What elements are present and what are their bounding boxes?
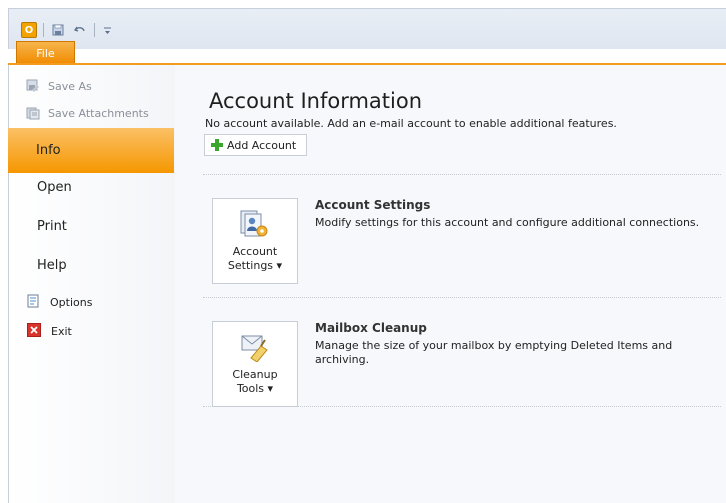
sidebar-item-save-as[interactable]: Save As bbox=[26, 79, 92, 93]
account-settings-section: Account Settings ▾ Account Settings Modi… bbox=[204, 198, 724, 298]
cleanup-tools-label: Cleanup Tools ▾ bbox=[213, 368, 297, 396]
customize-qat-icon[interactable] bbox=[101, 22, 113, 38]
page-title: Account Information bbox=[209, 89, 423, 113]
quick-access-toolbar: O bbox=[21, 19, 113, 41]
sidebar-item-info[interactable]: Info bbox=[8, 128, 182, 173]
account-info-panel: Account Information No account available… bbox=[175, 65, 726, 503]
sidebar-item-label: Open bbox=[37, 180, 72, 195]
section-title: Mailbox Cleanup bbox=[315, 321, 427, 335]
button-label-line: Tools ▾ bbox=[236, 382, 274, 395]
save-as-icon bbox=[26, 79, 40, 93]
sidebar-item-label: Options bbox=[50, 296, 93, 309]
add-account-label: Add Account bbox=[227, 138, 297, 152]
sidebar-item-save-attachments[interactable]: Save Attachments bbox=[26, 106, 149, 120]
sidebar-item-label: Print bbox=[37, 219, 67, 234]
add-account-button[interactable]: Add Account bbox=[204, 134, 307, 156]
section-divider bbox=[203, 174, 721, 175]
section-description: Manage the size of your mailbox by empty… bbox=[315, 339, 673, 366]
options-icon bbox=[27, 294, 40, 311]
account-settings-label: Account Settings ▾ bbox=[213, 245, 297, 273]
button-label-line: Settings ▾ bbox=[227, 259, 283, 272]
sidebar-item-exit[interactable]: Exit bbox=[27, 323, 72, 340]
account-settings-button[interactable]: Account Settings ▾ bbox=[212, 198, 298, 284]
button-label-line: Cleanup bbox=[232, 368, 278, 381]
section-description: Modify settings for this account and con… bbox=[315, 216, 700, 229]
cleanup-tools-button[interactable]: Cleanup Tools ▾ bbox=[212, 321, 298, 407]
cleanup-tools-icon bbox=[237, 332, 271, 363]
button-label-line: Account bbox=[232, 245, 278, 258]
sidebar-item-help[interactable]: Help bbox=[37, 258, 67, 273]
sidebar-item-open[interactable]: Open bbox=[37, 180, 72, 195]
sidebar-item-label: Save As bbox=[48, 79, 92, 93]
sidebar-item-print[interactable]: Print bbox=[37, 219, 67, 234]
section-divider bbox=[203, 406, 721, 407]
title-bar: O bbox=[8, 8, 726, 49]
section-divider bbox=[203, 297, 721, 298]
save-attachments-icon bbox=[26, 106, 40, 120]
outlook-app-icon[interactable]: O bbox=[21, 22, 37, 38]
account-description: No account available. Add an e-mail acco… bbox=[205, 117, 617, 130]
plus-icon bbox=[211, 139, 223, 151]
save-icon[interactable] bbox=[50, 22, 66, 38]
sidebar-item-label: Exit bbox=[51, 325, 72, 338]
section-title: Account Settings bbox=[315, 198, 431, 212]
sidebar-item-options[interactable]: Options bbox=[27, 294, 92, 311]
account-settings-icon bbox=[237, 209, 271, 239]
file-tab[interactable]: File bbox=[16, 41, 75, 64]
sidebar-item-label: Save Attachments bbox=[48, 106, 149, 120]
qat-separator bbox=[94, 23, 95, 37]
exit-icon bbox=[27, 323, 41, 340]
undo-icon[interactable] bbox=[72, 22, 88, 38]
sidebar-item-label: Help bbox=[37, 258, 67, 273]
qat-separator bbox=[43, 23, 44, 37]
sidebar-item-label: Info bbox=[36, 143, 61, 158]
